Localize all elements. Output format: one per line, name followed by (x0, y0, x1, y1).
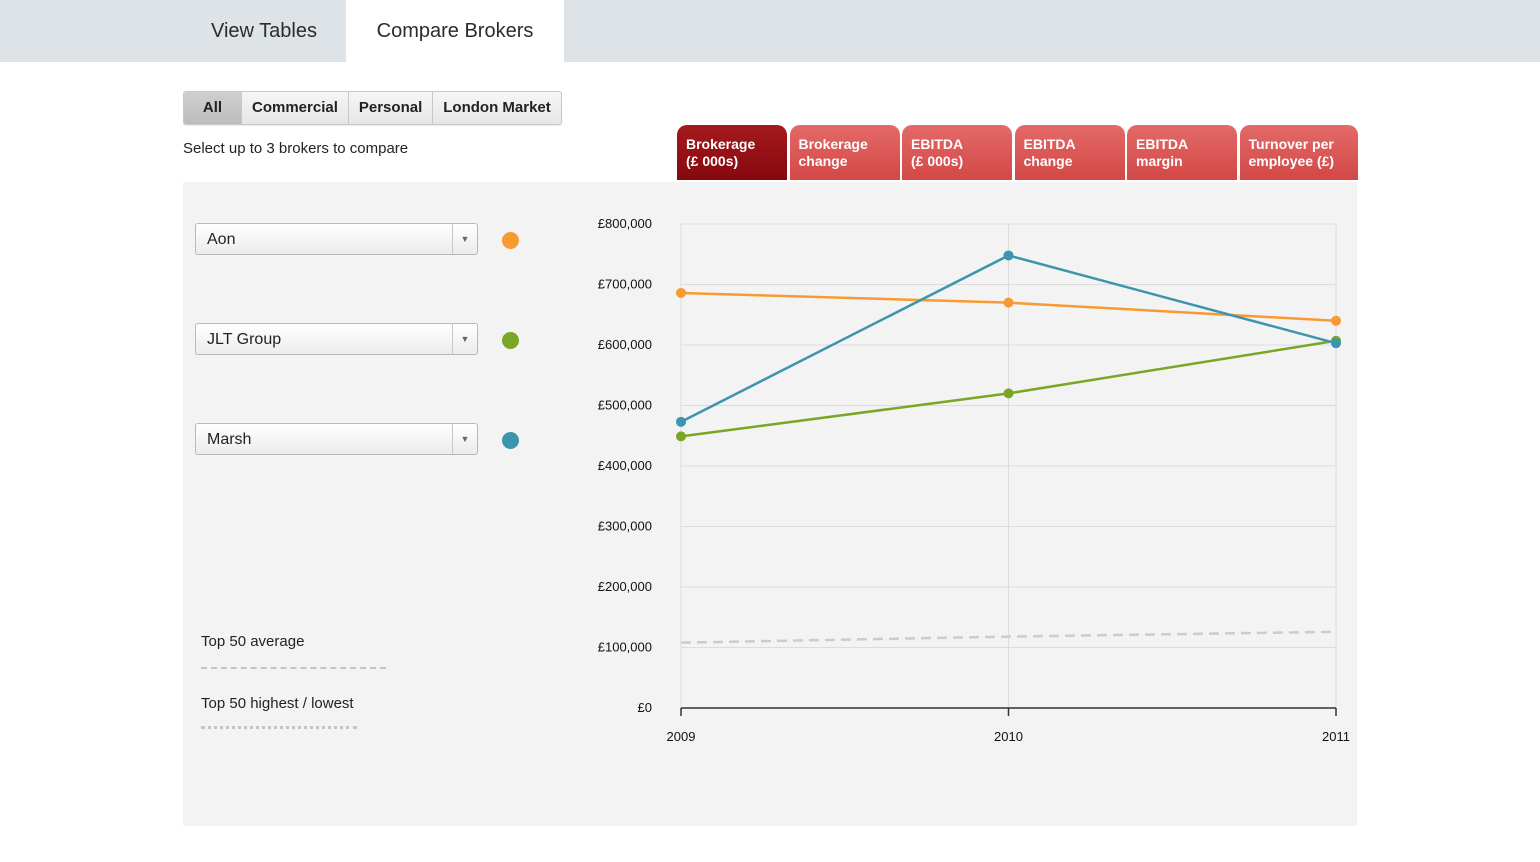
filter-commercial-button[interactable]: Commercial (242, 92, 349, 124)
broker-select-3[interactable]: Marsh ▼ (195, 423, 478, 455)
y-tick-label: £600,000 (598, 337, 652, 352)
metric-tab-line1: EBITDA (1023, 136, 1076, 152)
y-tick-label: £200,000 (598, 579, 652, 594)
data-point (676, 431, 686, 442)
metric-tab-brokerage-change[interactable]: Brokerage change (789, 125, 900, 180)
metric-tab-turnover-per-employee[interactable]: Turnover per employee (£) (1239, 125, 1358, 180)
broker-select-2[interactable]: JLT Group ▼ (195, 323, 478, 355)
metric-tab-line1: Turnover per (1248, 136, 1334, 152)
y-tick-label: £300,000 (598, 519, 652, 534)
y-tick-label: £700,000 (598, 277, 652, 292)
x-tick-label: 2010 (994, 729, 1023, 744)
compare-instruction: Select up to 3 brokers to compare (183, 140, 409, 157)
data-point (1003, 250, 1014, 261)
top-navigation: View Tables Compare Brokers (0, 0, 1540, 62)
metric-tab-brokerage[interactable]: Brokerage (£ 000s) (677, 125, 787, 180)
filter-personal-button[interactable]: Personal (349, 92, 434, 124)
metric-tab-line2: (£ 000s) (686, 153, 739, 169)
metric-tab-ebitda[interactable]: EBITDA (£ 000s) (902, 125, 1012, 180)
broker-color-dot (502, 432, 519, 449)
metric-tab-line1: EBITDA (911, 136, 964, 152)
data-point (676, 416, 686, 427)
data-point (1003, 297, 1014, 308)
y-tick-label: £500,000 (598, 398, 652, 413)
tab-view-tables[interactable]: View Tables (182, 0, 346, 62)
data-point (676, 287, 686, 298)
data-point (1331, 315, 1341, 326)
broker-color-dot (502, 332, 519, 349)
chevron-down-icon: ▼ (452, 424, 477, 454)
tab-compare-brokers[interactable]: Compare Brokers (346, 0, 564, 62)
legend-average-swatch (201, 667, 386, 669)
metric-tab-line2: (£ 000s) (911, 153, 964, 169)
chevron-down-icon: ▼ (452, 324, 477, 354)
broker-select-value: Aon (207, 231, 236, 248)
metric-tab-line2: change (1023, 153, 1073, 169)
metric-tab-ebitda-change[interactable]: EBITDA change (1014, 125, 1125, 180)
data-point (1003, 388, 1014, 399)
metric-tab-line2: employee (£) (1248, 153, 1335, 169)
metric-tab-line1: EBITDA (1136, 136, 1189, 152)
metric-tab-line2: change (798, 153, 848, 169)
chevron-down-icon: ▼ (452, 224, 477, 254)
broker-select-value: JLT Group (207, 331, 282, 348)
brokerage-line-chart: £0 £100,000 £200,000 £300,000 £400,000 £500,0… (598, 216, 1350, 744)
broker-select-value: Marsh (207, 431, 252, 448)
metric-tab-ebitda-margin[interactable]: EBITDA margin (1127, 125, 1237, 180)
filter-london-market-button[interactable]: London Market (433, 92, 561, 124)
x-tick-label: 2009 (667, 729, 696, 744)
x-tick-label: 2011 (1322, 729, 1350, 744)
y-tick-label: £100,000 (598, 640, 652, 655)
legend-high-low-label: Top 50 highest / lowest (201, 695, 354, 712)
data-point (1331, 338, 1341, 349)
metric-tab-line1: Brokerage (798, 136, 868, 152)
legend-high-low-swatch (201, 726, 357, 729)
broker-select-1[interactable]: Aon ▼ (195, 223, 478, 255)
y-tick-label: £400,000 (598, 458, 652, 473)
filter-all-button[interactable]: All (184, 92, 242, 124)
metric-tabs: Brokerage (£ 000s) Brokerage change EBITDA… (677, 125, 1358, 180)
metric-tab-line2: margin (1136, 153, 1183, 169)
category-filter-group: All Commercial Personal London Market (183, 91, 562, 125)
metric-tab-line1: Brokerage (686, 136, 756, 152)
y-tick-label: £800,000 (598, 216, 652, 231)
legend-average-label: Top 50 average (201, 633, 305, 650)
y-tick-label: £0 (638, 700, 652, 715)
broker-color-dot (502, 232, 519, 249)
